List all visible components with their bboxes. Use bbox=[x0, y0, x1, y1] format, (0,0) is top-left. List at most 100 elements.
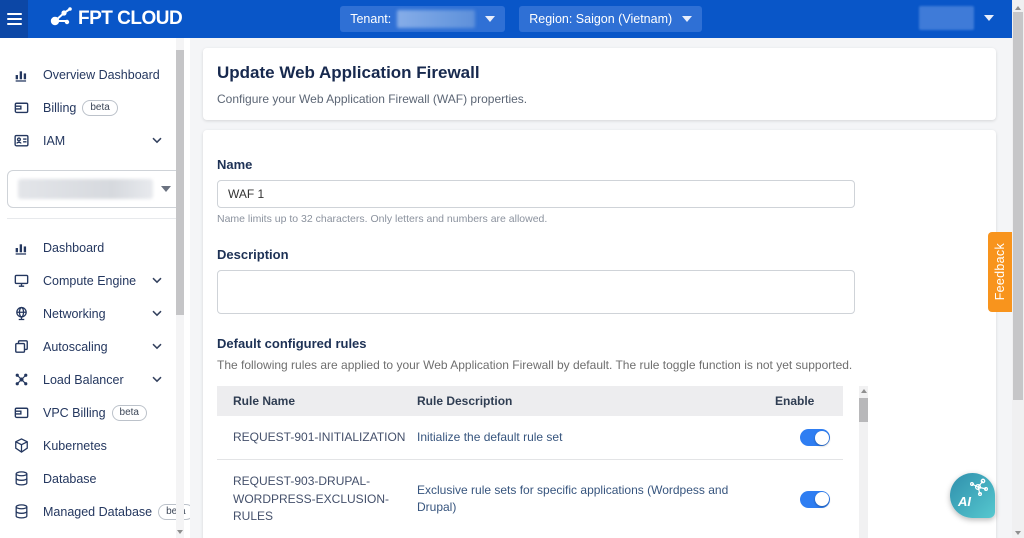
toggle-knob bbox=[815, 492, 829, 506]
sidebar-item-overview-dashboard[interactable]: Overview Dashboard bbox=[0, 58, 190, 91]
description-input[interactable] bbox=[217, 270, 855, 314]
feedback-label: Feedback bbox=[993, 243, 1007, 300]
wallet-icon bbox=[13, 99, 30, 116]
chevron-down-icon bbox=[152, 137, 162, 144]
sidebar-item-label: IAM bbox=[43, 134, 65, 148]
name-help-text: Name limits up to 32 characters. Only le… bbox=[217, 213, 982, 225]
sidebar-item-label: Kubernetes bbox=[43, 439, 107, 453]
sidebar-item-label: Managed Database bbox=[43, 505, 152, 519]
bar-chart-icon bbox=[13, 239, 30, 256]
beta-badge: beta bbox=[112, 405, 147, 421]
column-header-rule-description: Rule Description bbox=[417, 394, 775, 408]
name-input[interactable] bbox=[217, 180, 855, 208]
sidebar-item-load-balancer[interactable]: Load Balancer bbox=[0, 363, 190, 396]
sidebar-item-label: Dashboard bbox=[43, 241, 104, 255]
tenant-value-redacted bbox=[397, 10, 475, 28]
sidebar-item-managed-database[interactable]: Managed Database beta bbox=[0, 495, 190, 528]
sidebar-item-label: Networking bbox=[43, 307, 106, 321]
user-menu-dropdown[interactable] bbox=[919, 6, 994, 30]
waf-form-card: Name Name limits up to 32 characters. On… bbox=[203, 130, 996, 538]
wallet-icon bbox=[13, 404, 30, 421]
chevron-down-icon bbox=[984, 15, 994, 21]
page-header-card: Update Web Application Firewall Configur… bbox=[203, 48, 996, 120]
sidebar-item-label: Load Balancer bbox=[43, 373, 124, 387]
tenant-label: Tenant: bbox=[350, 12, 391, 26]
sidebar-item-iam[interactable]: IAM bbox=[0, 124, 190, 157]
sidebar-item-dashboard[interactable]: Dashboard bbox=[0, 231, 190, 264]
scrollbar-thumb[interactable] bbox=[859, 398, 868, 422]
sidebar-item-label: Autoscaling bbox=[43, 340, 108, 354]
sidebar-scrollbar[interactable] bbox=[176, 38, 184, 538]
scroll-up-icon[interactable] bbox=[1015, 6, 1021, 10]
rule-description: Exclusive rule sets for specific applica… bbox=[417, 482, 775, 517]
page-scrollbar[interactable] bbox=[1012, 0, 1024, 538]
scroll-up-icon[interactable] bbox=[861, 389, 867, 393]
layers-icon bbox=[13, 338, 30, 355]
top-bar: FPT CLOUD Tenant: Region: Saigon (Vietna… bbox=[0, 0, 1012, 38]
id-badge-icon bbox=[13, 132, 30, 149]
beta-badge: beta bbox=[158, 504, 190, 520]
sidebar-top-section: Overview Dashboard Billing beta IAM bbox=[0, 58, 190, 157]
monitor-icon bbox=[13, 272, 30, 289]
bar-chart-icon bbox=[13, 66, 30, 83]
cube-icon bbox=[13, 437, 30, 454]
chevron-down-icon bbox=[161, 186, 171, 192]
name-field-label: Name bbox=[217, 157, 982, 172]
sidebar-item-billing[interactable]: Billing beta bbox=[0, 91, 190, 124]
sidebar-item-kubernetes[interactable]: Kubernetes bbox=[0, 429, 190, 462]
globe-icon bbox=[13, 305, 30, 322]
sidebar-item-autoscaling[interactable]: Autoscaling bbox=[0, 330, 190, 363]
rule-name: REQUEST-903-DRUPAL-WORDPRESS-EXCLUSION-R… bbox=[217, 473, 417, 525]
main-content: Update Web Application Firewall Configur… bbox=[190, 38, 1012, 538]
brand-name: FPT CLOUD bbox=[78, 8, 182, 30]
sidebar-item-monitoring[interactable]: Monitoring bbox=[0, 528, 190, 538]
scrollbar-thumb[interactable] bbox=[176, 50, 184, 315]
sidebar-item-vpc-billing[interactable]: VPC Billing beta bbox=[0, 396, 190, 429]
rule-enable-toggle[interactable] bbox=[800, 429, 830, 446]
table-scrollbar[interactable] bbox=[859, 386, 868, 538]
vpc-value-redacted bbox=[18, 179, 153, 199]
sidebar-item-label: Compute Engine bbox=[43, 274, 136, 288]
chevron-down-icon bbox=[682, 16, 692, 22]
rule-row: REQUEST-903-DRUPAL-WORDPRESS-EXCLUSION-R… bbox=[217, 460, 843, 538]
sidebar-service-section: Dashboard Compute Engine Networking Autosca… bbox=[0, 231, 190, 538]
hub-icon bbox=[13, 371, 30, 388]
user-name-redacted bbox=[919, 6, 974, 30]
rule-description: Initialize the default rule set bbox=[417, 429, 775, 446]
scrollbar-thumb[interactable] bbox=[1013, 12, 1023, 400]
molecule-icon bbox=[967, 477, 991, 504]
sidebar: Overview Dashboard Billing beta IAM Dashboa… bbox=[0, 38, 190, 538]
region-label: Region: Saigon (Vietnam) bbox=[529, 12, 672, 26]
ai-assistant-button[interactable]: AI bbox=[950, 473, 995, 518]
region-dropdown[interactable]: Region: Saigon (Vietnam) bbox=[519, 6, 702, 32]
page-title: Update Web Application Firewall bbox=[217, 63, 982, 83]
chevron-down-icon bbox=[485, 16, 495, 22]
chevron-down-icon bbox=[152, 310, 162, 317]
sidebar-item-label: Overview Dashboard bbox=[43, 68, 160, 82]
sidebar-item-database[interactable]: Database bbox=[0, 462, 190, 495]
chevron-down-icon bbox=[152, 277, 162, 284]
rule-enable-toggle[interactable] bbox=[800, 491, 830, 508]
rules-table-header: Rule Name Rule Description Enable bbox=[217, 386, 843, 416]
page-subtitle: Configure your Web Application Firewall … bbox=[217, 92, 982, 106]
vpc-selector[interactable] bbox=[7, 170, 182, 208]
scroll-down-icon[interactable] bbox=[1015, 531, 1021, 535]
sidebar-item-label: Billing bbox=[43, 101, 76, 115]
molecule-logo-icon bbox=[48, 5, 74, 34]
sidebar-divider bbox=[7, 218, 183, 219]
sidebar-item-label: Database bbox=[43, 472, 97, 486]
rules-table: Rule Name Rule Description Enable REQUES… bbox=[217, 386, 982, 538]
sidebar-item-label: VPC Billing bbox=[43, 406, 106, 420]
toggle-knob bbox=[815, 431, 829, 445]
sidebar-item-networking[interactable]: Networking bbox=[0, 297, 190, 330]
database-icon bbox=[13, 503, 30, 520]
brand-logo: FPT CLOUD bbox=[48, 5, 182, 34]
scroll-down-icon[interactable] bbox=[177, 530, 183, 534]
rules-table-body: REQUEST-901-INITIALIZATIONInitialize the… bbox=[217, 416, 843, 538]
beta-badge: beta bbox=[82, 100, 117, 116]
rules-note: The following rules are applied to your … bbox=[217, 358, 982, 372]
feedback-button[interactable]: Feedback bbox=[988, 232, 1012, 312]
hamburger-menu-button[interactable] bbox=[0, 0, 28, 38]
tenant-dropdown[interactable]: Tenant: bbox=[340, 6, 505, 32]
sidebar-item-compute-engine[interactable]: Compute Engine bbox=[0, 264, 190, 297]
